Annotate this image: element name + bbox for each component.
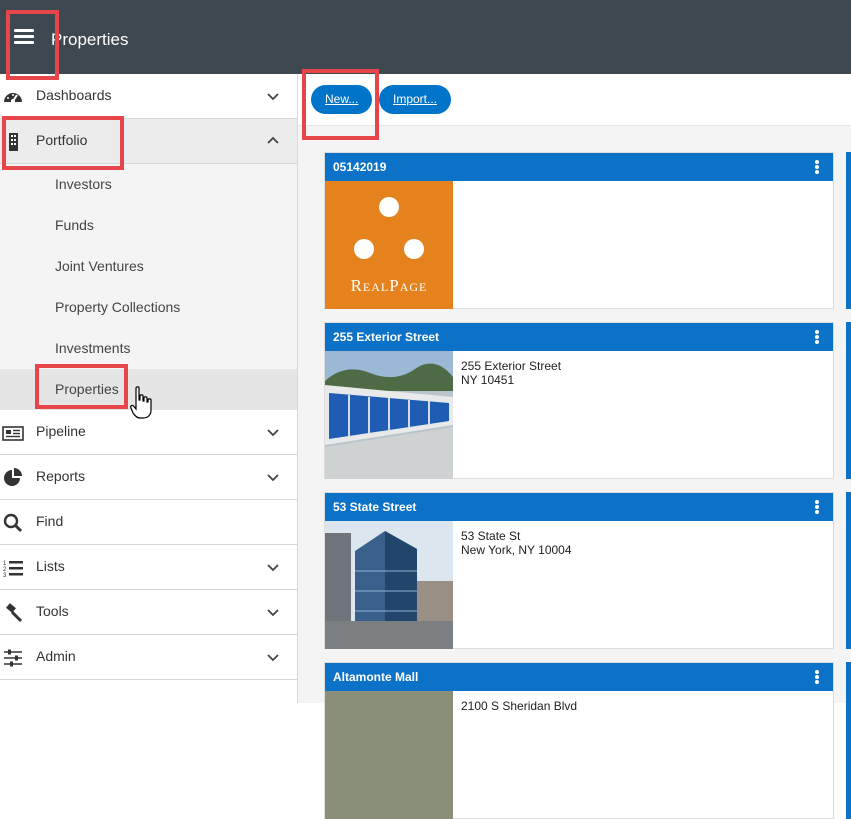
address-line2: New York, NY 10004 (461, 543, 572, 557)
property-card[interactable]: 255 Exterior Street 255 Exterior Street … (324, 322, 834, 479)
sidebar-item-label: Find (36, 513, 64, 529)
property-card[interactable]: Altamonte Mall 2100 S Sheridan Blvd (324, 662, 834, 819)
next-card-edge (846, 152, 851, 309)
sidebar-item-reports[interactable]: Reports (0, 455, 297, 500)
sidebar-item-tools[interactable]: Tools (0, 590, 297, 635)
chevron-up-icon (267, 136, 279, 144)
property-card[interactable]: 05142019 RealPage (324, 152, 834, 309)
sidebar-subitem-investments[interactable]: Investments (0, 328, 297, 369)
property-address: 255 Exterior Street NY 10451 (461, 359, 561, 387)
card-title: 05142019 (333, 160, 387, 174)
next-card-edge (846, 322, 851, 479)
address-line1: 255 Exterior Street (461, 359, 562, 373)
subitem-label: Investors (55, 176, 112, 192)
chevron-down-icon (267, 609, 279, 617)
more-options-icon[interactable] (815, 500, 819, 514)
sidebar-item-admin[interactable]: Admin (0, 635, 297, 680)
property-card[interactable]: 53 State Street 53 State St New York, NY… (324, 492, 834, 649)
address-line1: 2100 S Sheridan Blvd (461, 699, 578, 713)
property-address: 53 State St New York, NY 10004 (461, 529, 572, 557)
sidebar-item-find[interactable]: Find (0, 500, 297, 545)
new-button[interactable]: New... (311, 85, 373, 114)
pie-chart-icon (2, 467, 24, 489)
chevron-down-icon (267, 564, 279, 572)
chevron-down-icon (267, 654, 279, 662)
more-options-icon[interactable] (815, 330, 819, 344)
card-header: 53 State Street (325, 493, 833, 521)
toolbar: New... Import... (298, 74, 851, 126)
subitem-label: Properties (55, 381, 119, 397)
sidebar-item-label: Tools (36, 603, 69, 619)
sidebar-item-label: Lists (36, 558, 65, 574)
main-content: New... Import... 05142019 RealPage 255 E… (298, 74, 851, 819)
property-photo (325, 691, 453, 819)
dashboard-icon (2, 86, 24, 108)
more-options-icon[interactable] (815, 670, 819, 684)
newspaper-icon (2, 422, 24, 444)
sidebar-subitem-funds[interactable]: Funds (0, 205, 297, 246)
subitem-label: Joint Ventures (55, 258, 144, 274)
chevron-down-icon (267, 474, 279, 482)
sidebar-item-label: Pipeline (36, 423, 86, 439)
address-line1: 53 State St (461, 529, 521, 543)
numbered-list-icon: 123 (2, 557, 24, 579)
property-address: 2100 S Sheridan Blvd (461, 699, 577, 713)
sidebar-subitem-investors[interactable]: Investors (0, 164, 297, 205)
card-title: 53 State Street (333, 500, 417, 514)
next-card-edge (846, 662, 851, 819)
card-header: Altamonte Mall (325, 663, 833, 691)
property-photo (325, 521, 453, 649)
app-header: Properties (0, 0, 851, 74)
building-icon (2, 131, 24, 153)
sliders-icon (2, 647, 24, 669)
sidebar-item-label: Admin (36, 648, 76, 664)
page-title: Properties (51, 30, 129, 49)
svg-text:3: 3 (3, 573, 7, 579)
hand-cursor-icon (130, 386, 152, 419)
card-title: 255 Exterior Street (333, 330, 440, 344)
sidebar-item-dashboards[interactable]: Dashboards (0, 74, 297, 119)
import-button[interactable]: Import... (379, 85, 452, 114)
subitem-label: Investments (55, 340, 131, 356)
card-header: 255 Exterior Street (325, 323, 833, 351)
subitem-label: Property Collections (55, 299, 181, 315)
chevron-down-icon (267, 429, 279, 437)
address-line2: NY 10451 (461, 373, 515, 387)
sidebar-item-label: Dashboards (36, 87, 112, 103)
card-header: 05142019 (325, 153, 833, 181)
portfolio-submenu: Investors Funds Joint Ventures Property … (0, 164, 297, 410)
gavel-icon (2, 602, 24, 624)
sidebar-item-lists[interactable]: 123 Lists (0, 545, 297, 590)
sidebar-item-label: Portfolio (36, 132, 88, 148)
chevron-down-icon (267, 93, 279, 101)
sidebar-subitem-joint-ventures[interactable]: Joint Ventures (0, 246, 297, 287)
more-options-icon[interactable] (815, 160, 819, 174)
hamburger-menu-icon[interactable] (14, 29, 34, 45)
subitem-label: Funds (55, 217, 94, 233)
realpage-logo: RealPage (325, 181, 453, 309)
logo-text: RealPage (351, 276, 428, 295)
sidebar-item-label: Reports (36, 468, 86, 484)
next-card-edge (846, 492, 851, 649)
sidebar-item-portfolio[interactable]: Portfolio (0, 119, 297, 164)
sidebar-subitem-property-collections[interactable]: Property Collections (0, 287, 297, 328)
property-photo (325, 351, 453, 479)
search-icon (2, 512, 24, 534)
card-title: Altamonte Mall (333, 670, 419, 684)
